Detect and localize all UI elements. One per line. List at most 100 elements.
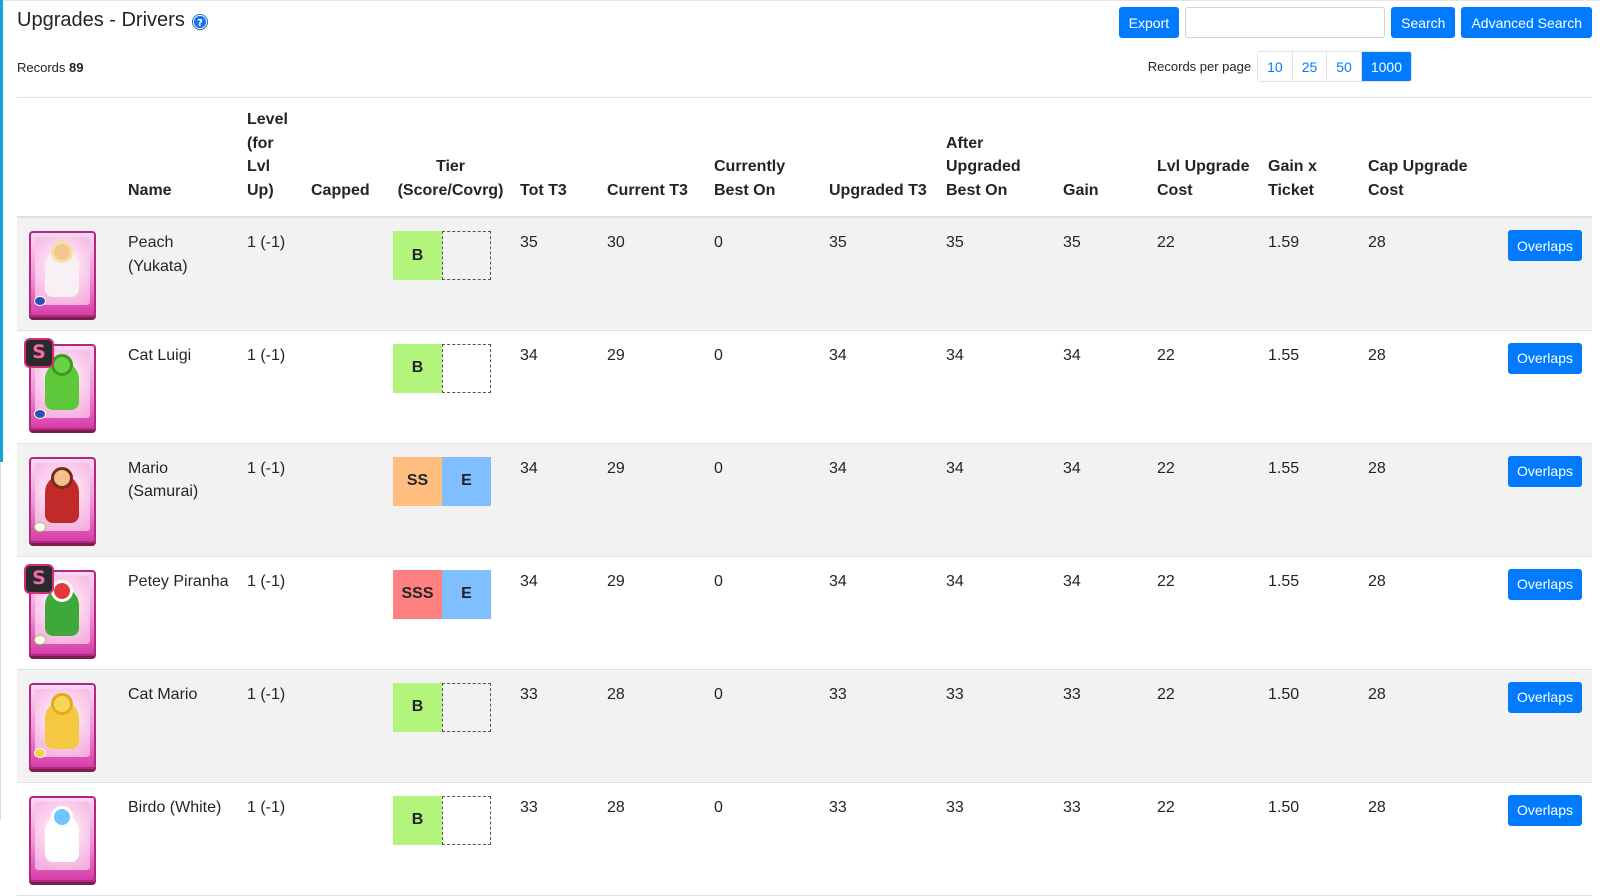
per-page-option-10[interactable]: 10 — [1258, 52, 1292, 81]
overlaps-button[interactable]: Overlaps — [1507, 681, 1582, 713]
actions-cell: Overlaps — [1480, 443, 1592, 556]
currently-best-on: 0 — [714, 798, 723, 816]
overlaps-button[interactable]: Overlaps — [1507, 342, 1582, 374]
driver-card-image[interactable] — [29, 456, 96, 543]
tier-cell: B — [393, 330, 520, 443]
col-gain-x-ticket[interactable]: Gain x Ticket — [1268, 98, 1368, 218]
col-cap-upgrade-cost[interactable]: Cap Upgrade Cost — [1368, 98, 1480, 218]
table-header-row: Name Level (for Lvl Up) Capped Tier (Sco… — [17, 98, 1592, 218]
gain: 34 — [1063, 459, 1081, 477]
after-upgraded-best-on: 33 — [946, 798, 964, 816]
svg-text:?: ? — [197, 18, 203, 29]
table-row: S Cat Luigi 1 (-1) B 34 29 0 34 34 34 22… — [17, 330, 1592, 443]
table-row: S Petey Piranha 1 (-1) SSS E 34 29 0 34 … — [17, 556, 1592, 669]
driver-image-cell: S — [17, 556, 128, 669]
col-gain[interactable]: Gain — [1063, 98, 1157, 218]
drivers-table: Name Level (for Lvl Up) Capped Tier (Sco… — [17, 98, 1592, 896]
currently-best-on: 0 — [714, 685, 723, 703]
gain-x-ticket: 1.59 — [1268, 234, 1300, 251]
driver-card-image[interactable] — [29, 231, 96, 317]
table-row: Birdo (White) 1 (-1) B 33 28 0 33 33 33 … — [17, 782, 1592, 895]
records-per-page-label: Records per page — [1147, 59, 1252, 74]
overlaps-button[interactable]: Overlaps — [1507, 455, 1582, 487]
driver-card-image[interactable] — [29, 682, 96, 769]
driver-card-image[interactable]: S — [24, 337, 96, 430]
current-t3: 28 — [607, 798, 625, 816]
col-tier[interactable]: Tier (Score/Covrg) — [393, 98, 520, 218]
lvl-upgrade-cost: 22 — [1157, 685, 1175, 703]
tot-t3: 34 — [520, 346, 538, 364]
col-current-t3[interactable]: Current T3 — [607, 98, 714, 218]
gain-x-ticket: 1.55 — [1268, 346, 1300, 364]
actions-cell: Overlaps — [1480, 669, 1592, 782]
col-tot-t3[interactable]: Tot T3 — [520, 98, 607, 218]
tier-coverage-badge — [442, 795, 491, 845]
records-value: 89 — [69, 60, 84, 75]
driver-name: Birdo (White) — [128, 798, 222, 816]
per-page-option-25[interactable]: 25 — [1291, 52, 1327, 81]
search-button[interactable]: Search — [1391, 7, 1456, 38]
records-count: Records 89 — [17, 60, 84, 75]
overlaps-button[interactable]: Overlaps — [1507, 230, 1582, 261]
tier-cell: SS E — [393, 443, 520, 556]
tier-cell: SSS E — [393, 556, 520, 669]
upgraded-t3: 34 — [829, 572, 847, 590]
per-page-option-1000[interactable]: 1000 — [1360, 52, 1411, 81]
col-upgraded-t3[interactable]: Upgraded T3 — [829, 98, 946, 218]
driver-name: Peach (Yukata) — [128, 234, 188, 275]
col-capped[interactable]: Capped — [311, 98, 393, 218]
tier-cell: B — [393, 217, 520, 330]
records-per-page: Records per page 10 25 50 1000 — [1148, 51, 1412, 82]
driver-capped — [311, 669, 393, 782]
tier-score-badge: SSS — [393, 569, 442, 619]
gain: 33 — [1063, 685, 1081, 703]
col-level[interactable]: Level (for Lvl Up) — [247, 98, 311, 218]
tier-score-badge: B — [393, 795, 442, 845]
tier-score-badge: B — [393, 231, 442, 280]
gain-x-ticket: 1.55 — [1268, 459, 1300, 477]
lvl-upgrade-cost: 22 — [1157, 346, 1175, 364]
overlaps-button[interactable]: Overlaps — [1507, 568, 1582, 600]
page-title: Upgrades - Drivers ? — [17, 9, 208, 32]
export-button[interactable]: Export — [1118, 7, 1180, 38]
driver-level: 1 (-1) — [247, 459, 286, 477]
tier-cell: B — [393, 669, 520, 782]
overlaps-button[interactable]: Overlaps — [1507, 794, 1582, 826]
left-border — [0, 462, 1, 820]
cap-upgrade-cost: 28 — [1368, 798, 1386, 816]
help-icon[interactable]: ? — [191, 13, 208, 30]
advanced-search-button[interactable]: Advanced Search — [1461, 7, 1592, 38]
driver-image-cell: S — [17, 330, 128, 443]
driver-capped — [311, 556, 393, 669]
upgraded-t3: 34 — [829, 459, 847, 477]
s-rank-badge-icon: S — [24, 563, 54, 594]
driver-capped — [311, 217, 393, 330]
driver-image-cell — [17, 443, 128, 556]
search-input[interactable] — [1185, 7, 1386, 38]
tot-t3: 34 — [520, 572, 538, 590]
col-lvl-upgrade-cost[interactable]: Lvl Upgrade Cost — [1157, 98, 1268, 218]
driver-level: 1 (-1) — [247, 572, 286, 590]
col-currently-best-on[interactable]: Currently Best On — [714, 98, 829, 218]
col-actions — [1480, 98, 1592, 218]
driver-card-image[interactable] — [29, 795, 96, 882]
currently-best-on: 0 — [714, 346, 723, 364]
actions-cell: Overlaps — [1480, 556, 1592, 669]
col-name[interactable]: Name — [128, 98, 247, 218]
tier-score-badge: B — [393, 682, 442, 732]
tier-score-badge: B — [393, 343, 442, 393]
table-row: Peach (Yukata) 1 (-1) B 35 30 0 35 35 35… — [17, 217, 1592, 330]
cap-upgrade-cost: 28 — [1368, 572, 1386, 590]
driver-card-image[interactable]: S — [24, 563, 96, 656]
table-row: Cat Mario 1 (-1) B 33 28 0 33 33 33 22 1… — [17, 669, 1592, 782]
page-container: Upgrades - Drivers ? Records 89 Export S… — [17, 0, 1592, 896]
driver-image-cell — [17, 217, 128, 330]
driver-capped — [311, 782, 393, 895]
tot-t3: 35 — [520, 234, 538, 251]
cap-upgrade-cost: 28 — [1368, 234, 1386, 251]
cap-upgrade-cost: 28 — [1368, 459, 1386, 477]
per-page-option-50[interactable]: 50 — [1326, 52, 1361, 81]
cap-upgrade-cost: 28 — [1368, 685, 1386, 703]
driver-level: 1 (-1) — [247, 685, 286, 703]
col-after-upgraded-best-on[interactable]: After Upgraded Best On — [946, 98, 1063, 218]
